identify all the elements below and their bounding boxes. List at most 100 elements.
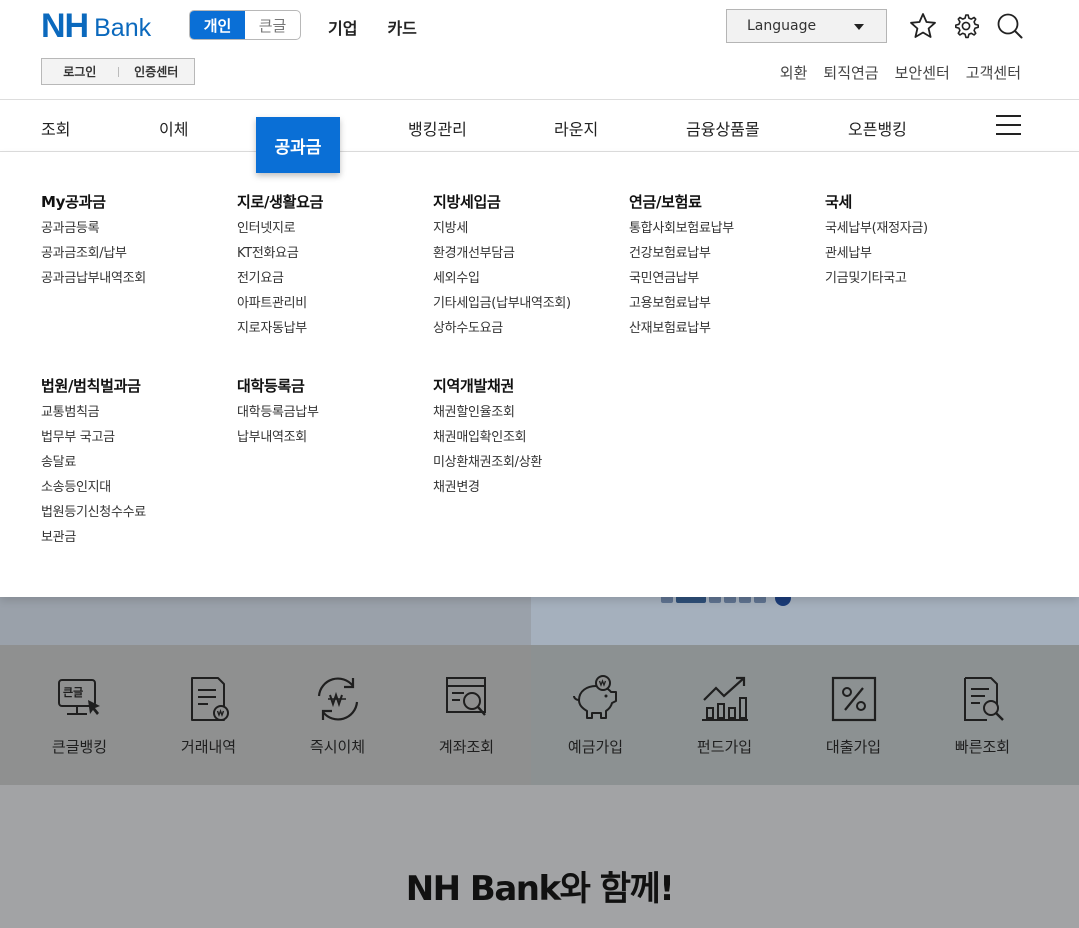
quick-item-label: 계좌조회 xyxy=(438,738,495,756)
util-link-customer[interactable]: 고객센터 xyxy=(966,62,1021,83)
promo-section: NH Bank와 함께! xyxy=(0,785,1079,928)
top-nav: 기업 카드 xyxy=(328,15,417,39)
menu-item[interactable]: 국세납부(재정자금) xyxy=(825,219,1021,244)
quick-item-label: 대출가입 xyxy=(825,738,882,756)
menu-item[interactable]: 지방세 xyxy=(433,219,629,244)
util-link-pension[interactable]: 퇴직연금 xyxy=(823,62,878,83)
menu-group-title[interactable]: 지방세입금 xyxy=(433,191,629,212)
menu-item[interactable]: 공과금조회/납부 xyxy=(41,244,237,269)
quick-item-transaction-history[interactable]: 거래내역 xyxy=(144,674,273,757)
menu-item[interactable]: 대학등록금납부 xyxy=(237,403,433,428)
menu-group: My공과금 공과금등록 공과금조회/납부 공과금납부내역조회 xyxy=(41,191,237,294)
menu-group-title[interactable]: 국세 xyxy=(825,191,1021,212)
menu-item[interactable]: 공과금납부내역조회 xyxy=(41,269,237,294)
language-label: Language xyxy=(747,18,817,34)
gnb-transfer[interactable]: 이체 xyxy=(159,116,188,140)
quick-item-large-text-banking[interactable]: 큰글 큰글뱅킹 xyxy=(15,674,144,757)
menu-item[interactable]: 공과금등록 xyxy=(41,219,237,244)
menu-item[interactable]: 법원등기신청수수료 xyxy=(41,503,237,528)
instant-transfer-icon xyxy=(317,677,358,721)
logo-nh: NH xyxy=(41,7,89,45)
gear-icon[interactable] xyxy=(953,12,981,40)
menu-group: 대학등록금 대학등록금납부 납부내역조회 xyxy=(237,375,433,453)
menu-item[interactable]: 전기요금 xyxy=(237,269,433,294)
menu-item[interactable]: 국민연금납부 xyxy=(629,269,825,294)
menu-group: 연금/보험료 통합사회보험료납부 건강보험료납부 국민연금납부 고용보험료납부 … xyxy=(629,191,825,344)
menu-item[interactable]: 채권변경 xyxy=(433,478,629,503)
quick-item-label: 예금가입 xyxy=(567,738,624,756)
menu-item[interactable]: 보관금 xyxy=(41,528,237,553)
cert-center-button[interactable]: 인증센터 xyxy=(119,63,195,80)
quick-item-label: 빠른조회 xyxy=(954,738,1011,756)
menu-item[interactable]: 인터넷지로 xyxy=(237,219,433,244)
search-icon[interactable] xyxy=(996,12,1024,40)
mode-personal[interactable]: 개인 xyxy=(190,11,245,39)
menu-icon[interactable] xyxy=(996,115,1021,137)
menu-item[interactable]: 법무부 국고금 xyxy=(41,428,237,453)
quick-item-label: 거래내역 xyxy=(180,738,237,756)
gnb-open-banking[interactable]: 오픈뱅킹 xyxy=(848,116,907,140)
menu-group-title[interactable]: 법원/범칙벌과금 xyxy=(41,375,237,396)
menu-group-title[interactable]: 지역개발채권 xyxy=(433,375,629,396)
quick-item-account-inquiry[interactable]: 계좌조회 xyxy=(402,674,531,757)
menu-item[interactable]: 송달료 xyxy=(41,453,237,478)
account-inquiry-icon xyxy=(445,677,486,716)
slogan-title: NH Bank와 함께! xyxy=(405,869,675,909)
util-link-foreign-exchange[interactable]: 외환 xyxy=(780,62,808,83)
menu-item[interactable]: 산재보험료납부 xyxy=(629,319,825,344)
menu-item[interactable]: 납부내역조회 xyxy=(237,428,433,453)
menu-group-title[interactable]: 대학등록금 xyxy=(237,375,433,396)
menu-item[interactable]: KT전화요금 xyxy=(237,244,433,269)
menu-group: 지역개발채권 채권할인율조회 채권매입확인조회 미상환채권조회/상환 채권변경 xyxy=(433,375,629,503)
logo-bank: Bank xyxy=(94,14,152,42)
menu-group-title[interactable]: 연금/보험료 xyxy=(629,191,825,212)
menu-item[interactable]: 기금및기타국고 xyxy=(825,269,1021,294)
menu-item[interactable]: 미상환채권조회/상환 xyxy=(433,453,629,478)
menu-item[interactable]: 세외수입 xyxy=(433,269,629,294)
menu-item[interactable]: 교통범칙금 xyxy=(41,403,237,428)
quick-item-loan[interactable]: 대출가입 xyxy=(789,674,918,757)
menu-item[interactable]: 건강보험료납부 xyxy=(629,244,825,269)
menu-item[interactable]: 아파트관리비 xyxy=(237,294,433,319)
login-box: 로그인 인증센터 xyxy=(41,58,195,85)
top-nav-card[interactable]: 카드 xyxy=(387,15,416,39)
quick-item-fund[interactable]: 펀드가입 xyxy=(660,674,789,757)
quick-item-instant-transfer[interactable]: 즉시이체 xyxy=(273,674,402,757)
menu-item[interactable]: 기타세입금(납부내역조회) xyxy=(433,294,629,319)
menu-item[interactable]: 채권할인율조회 xyxy=(433,403,629,428)
gnb-inquiry[interactable]: 조회 xyxy=(41,116,70,140)
util-link-security[interactable]: 보안센터 xyxy=(895,62,950,83)
gnb-lounge[interactable]: 라운지 xyxy=(554,116,598,140)
menu-group: 지로/생활요금 인터넷지로 KT전화요금 전기요금 아파트관리비 지로자동납부 xyxy=(237,191,433,344)
gnb-banking-management[interactable]: 뱅킹관리 xyxy=(408,116,467,140)
main-banner xyxy=(0,590,1079,645)
top-nav-corporate[interactable]: 기업 xyxy=(328,15,357,39)
fund-chart-icon xyxy=(701,676,748,721)
menu-group-title[interactable]: My공과금 xyxy=(41,191,237,212)
menu-item[interactable]: 통합사회보험료납부 xyxy=(629,219,825,244)
transaction-history-icon xyxy=(190,677,229,721)
language-select[interactable]: Language xyxy=(726,9,887,43)
piggy-bank-icon xyxy=(572,675,617,719)
mega-menu: My공과금 공과금등록 공과금조회/납부 공과금납부내역조회 지로/생활요금 인… xyxy=(0,152,1079,597)
quick-item-quick-inquiry[interactable]: 빠른조회 xyxy=(918,674,1047,757)
menu-group: 국세 국세납부(재정자금) 관세납부 기금및기타국고 xyxy=(825,191,1021,294)
gnb-product-mall[interactable]: 금융상품몰 xyxy=(686,116,760,140)
star-icon[interactable] xyxy=(909,12,937,40)
mode-large-text[interactable]: 큰글 xyxy=(245,11,300,39)
quick-item-deposit[interactable]: 예금가입 xyxy=(531,674,660,757)
menu-item[interactable]: 관세납부 xyxy=(825,244,1021,269)
menu-item[interactable]: 지로자동납부 xyxy=(237,319,433,344)
nh-bank-logo[interactable]: NH Bank xyxy=(41,7,152,45)
menu-item[interactable]: 소송등인지대 xyxy=(41,478,237,503)
login-button[interactable]: 로그인 xyxy=(42,63,118,80)
menu-item[interactable]: 상하수도요금 xyxy=(433,319,629,344)
menu-group-title[interactable]: 지로/생활요금 xyxy=(237,191,433,212)
menu-item[interactable]: 고용보험료납부 xyxy=(629,294,825,319)
quick-item-label: 즉시이체 xyxy=(309,738,366,756)
menu-item[interactable]: 채권매입확인조회 xyxy=(433,428,629,453)
quick-item-label: 펀드가입 xyxy=(696,738,753,756)
large-text-banking-icon: 큰글 xyxy=(57,679,100,715)
gnb-utility-bills[interactable]: 공과금 xyxy=(256,117,340,173)
menu-item[interactable]: 환경개선부담금 xyxy=(433,244,629,269)
